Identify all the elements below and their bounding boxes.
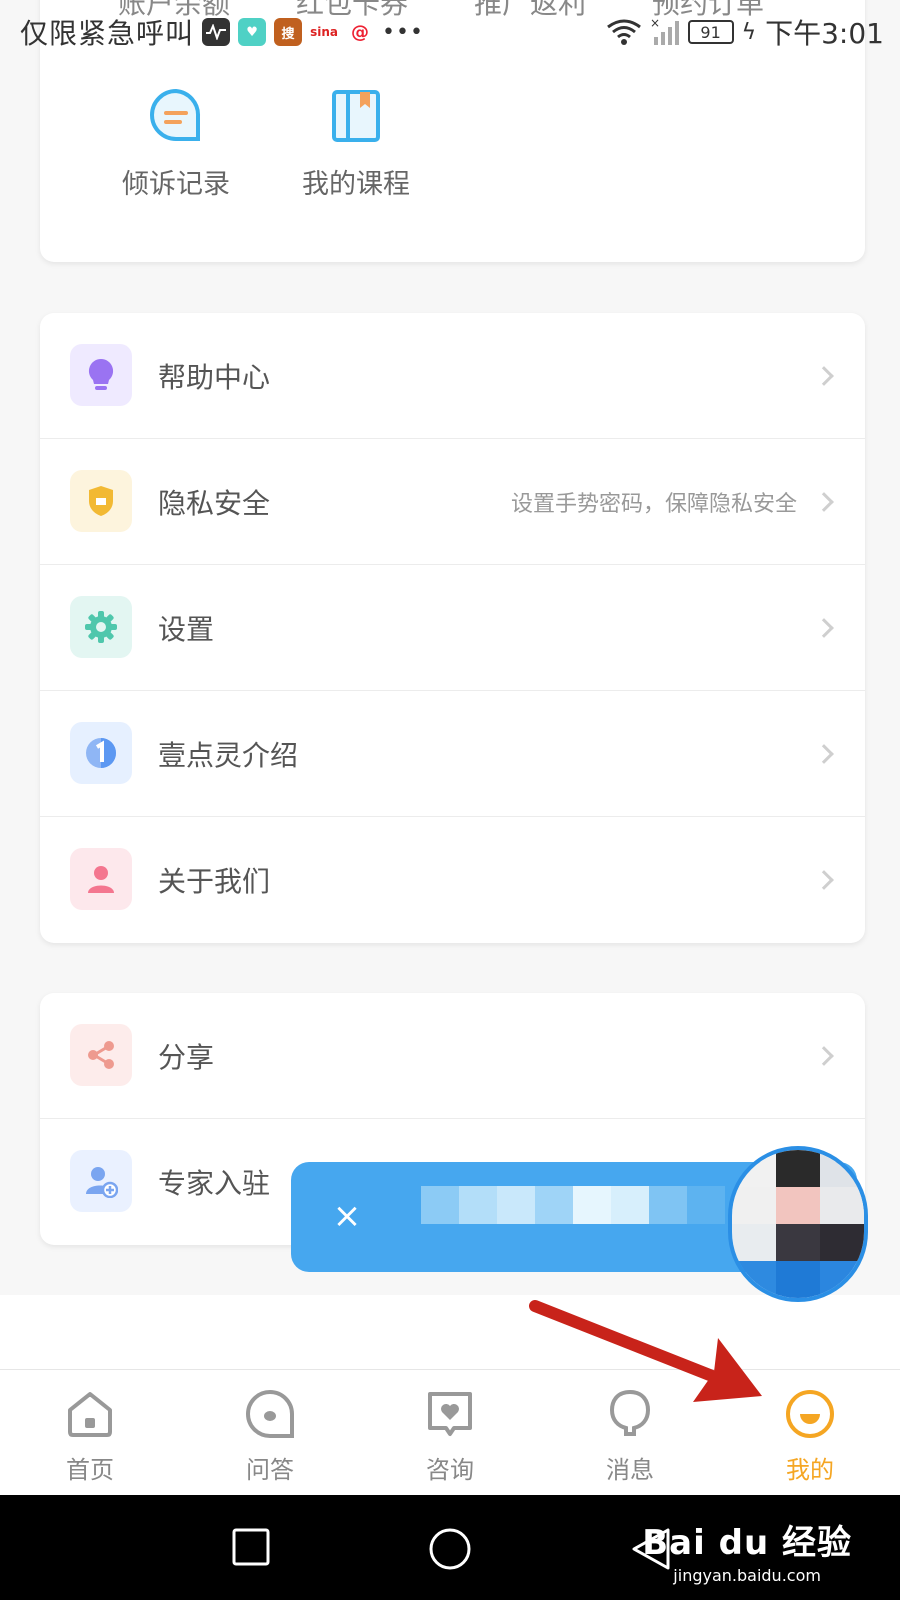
menu-row-label: 设置	[158, 612, 215, 646]
tab-label: 首页	[66, 1456, 114, 1484]
info-one-icon	[70, 722, 132, 784]
carrier-text: 仅限紧急呼叫	[20, 17, 195, 50]
chevron-right-icon	[814, 1045, 834, 1066]
quick-action-my-courses[interactable]: 我的课程	[276, 86, 436, 201]
tab-me[interactable]: 我的	[720, 1370, 900, 1495]
cut-off-header-labels: 账户余额 红包卡券 推广返利 预约订单	[0, 0, 900, 20]
tab-label: 问答	[246, 1456, 294, 1484]
charging-icon: ϟ	[741, 19, 758, 45]
tab-messages[interactable]: 消息	[540, 1370, 720, 1495]
quick-action-confide-records[interactable]: 倾诉记录	[96, 86, 256, 201]
menu-row-about-us[interactable]: 关于我们	[40, 817, 865, 943]
chevron-right-icon	[814, 491, 834, 512]
tab-label: 消息	[606, 1456, 654, 1484]
chevron-right-icon	[814, 870, 834, 890]
menu-row-label: 帮助中心	[158, 360, 271, 394]
menu-row-label: 隐私安全	[158, 486, 271, 520]
lightbulb-icon	[70, 344, 132, 406]
baidu-jingyan-watermark: Bai du 经验 jingyan.baidu.com	[642, 1515, 852, 1585]
status-bar: 账户余额 红包卡券 推广返利 预约订单 仅限紧急呼叫 ♥ 搜 sina @ ••…	[0, 0, 900, 62]
qa-bubble-icon	[244, 1388, 296, 1440]
home-icon	[64, 1388, 116, 1440]
menu-row-label: 分享	[158, 1040, 215, 1074]
tab-qa[interactable]: 问答	[180, 1370, 360, 1495]
quick-action-label: 倾诉记录	[122, 169, 230, 200]
watermark-url: jingyan.baidu.com	[673, 1566, 821, 1585]
menu-row-label: 专家入驻	[158, 1167, 271, 1200]
menu-row-label: 关于我们	[158, 865, 271, 898]
chevron-right-icon	[814, 743, 834, 764]
chevron-right-icon	[814, 365, 834, 386]
signal-icon: ×	[650, 17, 679, 45]
tab-home[interactable]: 首页	[0, 1370, 180, 1495]
menu-row-intro[interactable]: 壹点灵介绍	[40, 691, 865, 817]
me-smile-icon	[784, 1388, 836, 1440]
person-icon	[70, 848, 132, 910]
recent-apps-button[interactable]	[231, 1527, 271, 1567]
menu-row-label: 壹点灵介绍	[158, 738, 299, 772]
menu-row-privacy-security[interactable]: 隐私安全 设置手势密码，保障隐私安全	[40, 439, 865, 565]
menu-row-hint: 设置手势密码，保障隐私安全	[510, 491, 797, 517]
more-notifications-icon: •••	[382, 19, 424, 45]
chat-bubble-icon	[146, 86, 206, 146]
news-app-icon: 搜	[274, 18, 303, 46]
clock: 下午3:01	[765, 17, 884, 50]
menu-row-share[interactable]: 分享	[40, 993, 865, 1119]
health-app-icon: ♥	[238, 18, 267, 46]
share-icon	[70, 1024, 132, 1086]
shield-icon	[70, 470, 132, 532]
chevron-right-icon	[814, 617, 834, 638]
cut-label: 推广返利	[474, 0, 587, 20]
content-bottom-area	[0, 1295, 900, 1369]
heart-chat-icon	[424, 1388, 476, 1440]
book-icon	[326, 86, 386, 146]
system-nav-bar: Bai du 经验 jingyan.baidu.com	[0, 1495, 900, 1600]
add-user-icon	[70, 1150, 132, 1212]
wifi-icon	[606, 19, 641, 45]
tab-label: 我的	[786, 1456, 834, 1484]
svg-text:×: ×	[650, 17, 660, 30]
activity-icon	[202, 18, 231, 46]
home-button[interactable]	[428, 1527, 472, 1571]
menu-row-help-center[interactable]: 帮助中心	[40, 313, 865, 439]
battery-level: 91	[687, 20, 734, 44]
pixelated-banner-content	[421, 1186, 725, 1224]
menu-row-settings[interactable]: 设置	[40, 565, 865, 691]
bottom-tab-bar: 首页 问答 咨询 消息 我的	[0, 1369, 900, 1495]
gear-icon	[70, 596, 132, 658]
spiral-app-icon: @	[346, 18, 375, 46]
sina-app-icon: sina	[310, 18, 339, 46]
tab-consult[interactable]: 咨询	[360, 1370, 540, 1495]
close-icon[interactable]: ×	[323, 1192, 371, 1240]
tab-label: 咨询	[426, 1456, 474, 1484]
watermark-brand: Bai du 经验	[642, 1523, 852, 1563]
quick-action-label: 我的课程	[302, 169, 410, 200]
bell-bubble-icon	[604, 1388, 656, 1440]
pixelated-avatar[interactable]	[728, 1146, 868, 1302]
settings-menu-card: 帮助中心 隐私安全 设置手势密码，保障隐私安全 设置 壹点灵介绍 关于我们	[40, 313, 865, 943]
